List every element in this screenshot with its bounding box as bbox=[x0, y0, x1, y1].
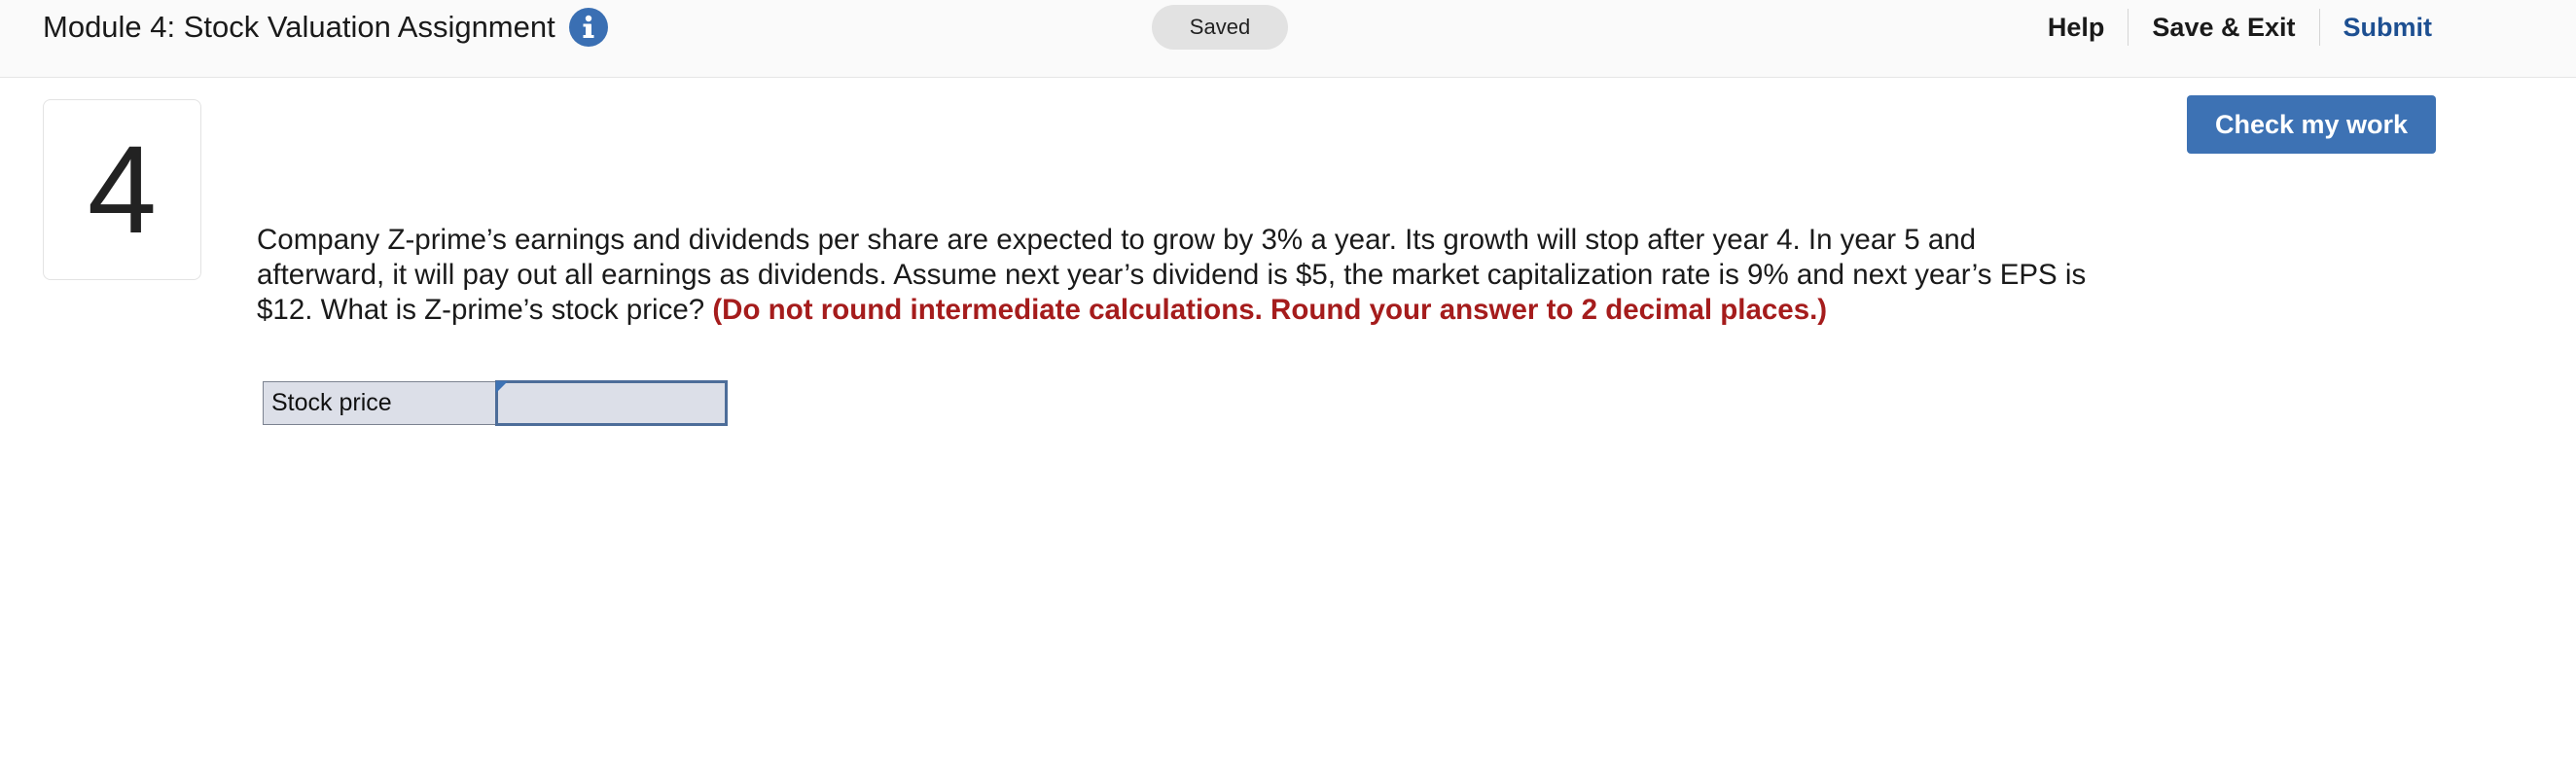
title-area: Module 4: Stock Valuation Assignment bbox=[43, 6, 608, 49]
submit-link[interactable]: Submit bbox=[2320, 13, 2433, 43]
question-instruction: (Do not round intermediate calculations.… bbox=[712, 294, 1828, 326]
stock-price-cell[interactable] bbox=[495, 380, 728, 426]
top-nav: Help Save & Exit Submit bbox=[2024, 8, 2432, 47]
answer-row: Stock price bbox=[263, 380, 728, 426]
stock-price-label: Stock price bbox=[263, 381, 497, 425]
question-text-block: Company Z-prime’s earnings and dividends… bbox=[257, 223, 2095, 328]
saved-status-badge: Saved bbox=[1152, 5, 1288, 50]
info-icon-glyph bbox=[583, 15, 594, 38]
question-number: 4 bbox=[43, 99, 201, 280]
save-exit-link[interactable]: Save & Exit bbox=[2129, 13, 2318, 43]
top-bar: Module 4: Stock Valuation Assignment Sav… bbox=[0, 0, 2576, 78]
check-my-work-button[interactable]: Check my work bbox=[2187, 95, 2436, 154]
answer-table: Stock price bbox=[263, 380, 728, 426]
help-link[interactable]: Help bbox=[2024, 13, 2129, 43]
input-corner-flag bbox=[496, 381, 508, 393]
stock-price-input[interactable] bbox=[498, 384, 725, 422]
info-icon[interactable] bbox=[568, 8, 608, 47]
page-title: Module 4: Stock Valuation Assignment bbox=[43, 10, 555, 44]
